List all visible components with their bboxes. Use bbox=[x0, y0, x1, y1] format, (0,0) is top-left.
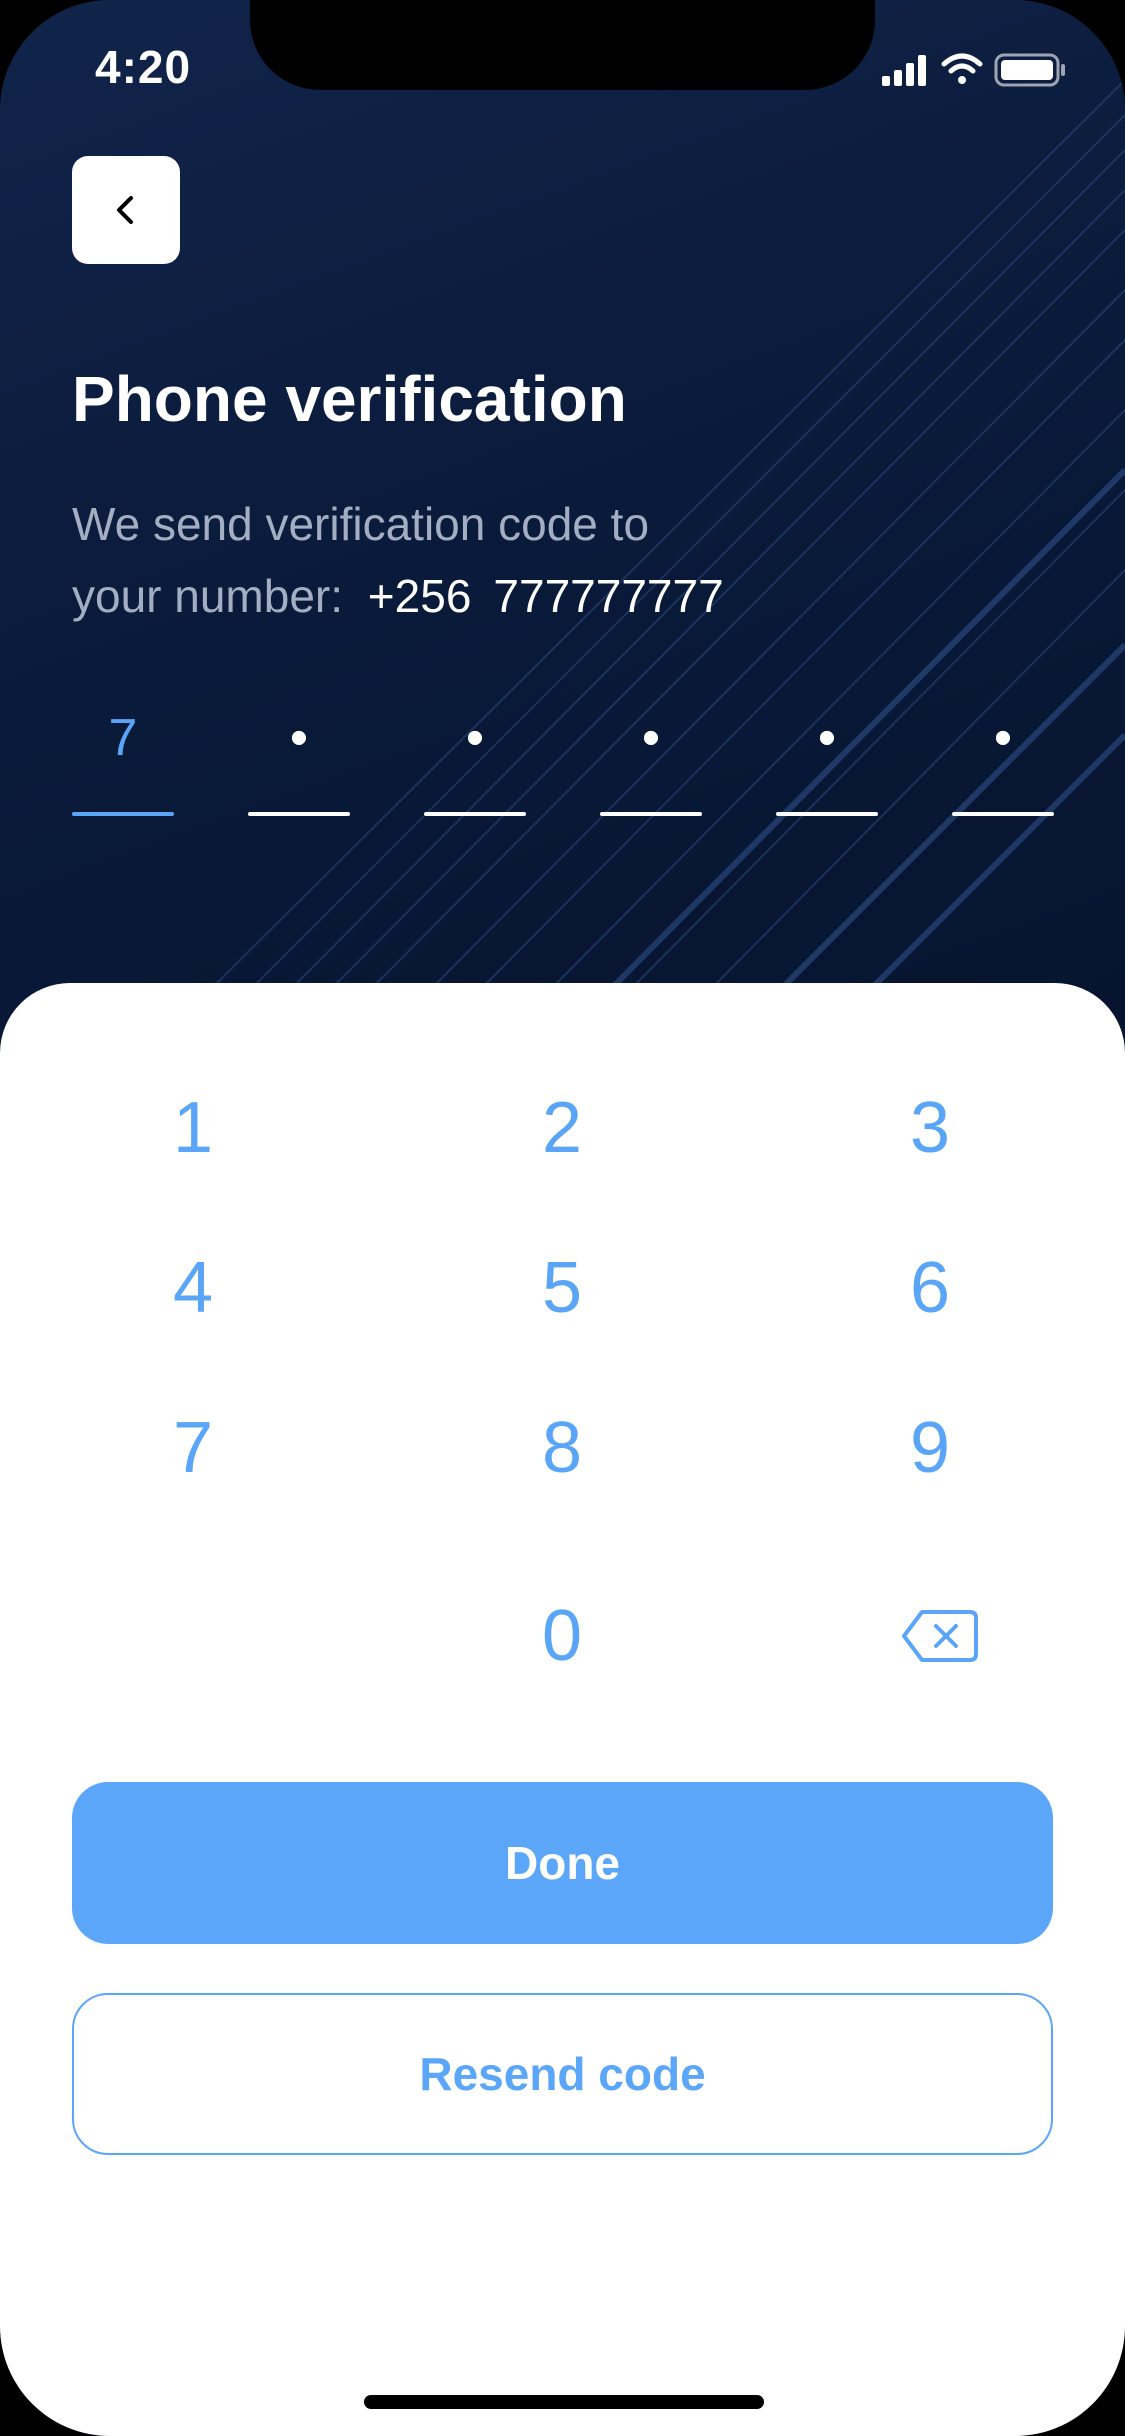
otp-placeholder-dot: • bbox=[817, 709, 837, 767]
otp-underline bbox=[424, 812, 526, 816]
keypad-key-1[interactable]: 1 bbox=[43, 1063, 343, 1193]
otp-underline bbox=[952, 812, 1054, 816]
keypad-key-3[interactable]: 3 bbox=[780, 1063, 1080, 1193]
otp-cell[interactable]: 7 bbox=[72, 700, 174, 820]
hero-background: 4:20 Phone verification We send verifica… bbox=[0, 0, 1125, 1050]
keypad-key-9[interactable]: 9 bbox=[780, 1383, 1080, 1513]
subtitle-line-2: your number: +256 777777777 bbox=[72, 560, 972, 632]
keypad-sheet: 1 2 3 4 5 6 7 8 9 0 bbox=[0, 983, 1125, 2436]
keypad-key-0[interactable]: 0 bbox=[412, 1571, 712, 1701]
otp-cell[interactable]: • bbox=[424, 700, 526, 820]
otp-cell[interactable]: • bbox=[248, 700, 350, 820]
otp-underline bbox=[72, 812, 174, 816]
done-button[interactable]: Done bbox=[72, 1782, 1053, 1944]
back-button[interactable] bbox=[72, 156, 180, 264]
chevron-left-icon bbox=[117, 196, 133, 224]
otp-placeholder-dot: • bbox=[289, 709, 309, 767]
subtitle-line-1: We send verification code to bbox=[72, 498, 650, 550]
backspace-key[interactable] bbox=[790, 1571, 1090, 1701]
otp-cell[interactable]: • bbox=[952, 700, 1054, 820]
backspace-icon bbox=[902, 1610, 978, 1662]
keypad-key-8[interactable]: 8 bbox=[412, 1383, 712, 1513]
page-title: Phone verification bbox=[72, 363, 627, 435]
subtitle-number-label: your number: bbox=[72, 570, 344, 622]
country-code: +256 bbox=[367, 570, 472, 622]
keypad-key-6[interactable]: 6 bbox=[780, 1223, 1080, 1353]
otp-underline bbox=[776, 812, 878, 816]
phone-number: +256 777777777 bbox=[368, 570, 724, 622]
verification-subtitle: We send verification code to your number… bbox=[72, 488, 972, 632]
wifi-icon bbox=[941, 53, 983, 84]
keypad-key-7[interactable]: 7 bbox=[43, 1383, 343, 1513]
keypad-key-5[interactable]: 5 bbox=[412, 1223, 712, 1353]
phone-screen: 4:20 Phone verification We send verifica… bbox=[0, 0, 1125, 2436]
otp-input[interactable]: 7 • • • • • bbox=[72, 700, 1054, 820]
keypad-key-2[interactable]: 2 bbox=[412, 1063, 712, 1193]
status-icons bbox=[882, 53, 1065, 87]
otp-placeholder-dot: • bbox=[641, 709, 661, 767]
device-notch bbox=[250, 0, 875, 90]
otp-underline bbox=[248, 812, 350, 816]
status-time: 4:20 bbox=[95, 41, 192, 93]
otp-cell[interactable]: • bbox=[600, 700, 702, 820]
phone-digits: 777777777 bbox=[493, 570, 724, 622]
otp-placeholder-dot: • bbox=[993, 709, 1013, 767]
otp-placeholder-dot: • bbox=[465, 709, 485, 767]
resend-code-button[interactable]: Resend code bbox=[72, 1993, 1053, 2155]
battery-icon bbox=[994, 53, 1065, 87]
otp-cell[interactable]: • bbox=[776, 700, 878, 820]
cellular-signal-icon bbox=[882, 55, 926, 86]
home-indicator bbox=[364, 2395, 764, 2409]
keypad-key-4[interactable]: 4 bbox=[43, 1223, 343, 1353]
otp-underline bbox=[600, 812, 702, 816]
otp-digit: 7 bbox=[108, 709, 138, 767]
